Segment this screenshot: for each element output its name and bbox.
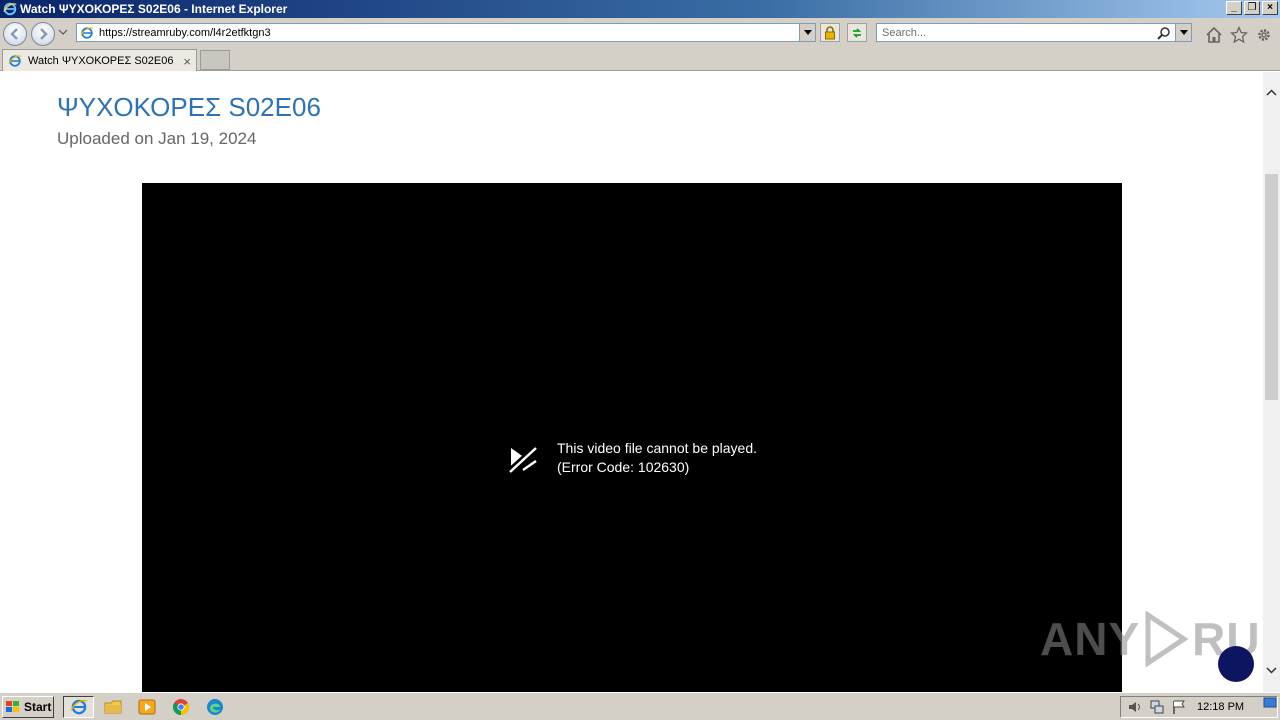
chevron-up-icon — [1266, 89, 1277, 96]
chevron-down-icon — [1266, 667, 1277, 674]
internet-explorer-icon — [3, 2, 17, 16]
url-text[interactable]: https://streamruby.com/l4r2etfktgn3 — [99, 27, 271, 39]
tab-active[interactable]: Watch ΨΥΧΟΚΟΡΕΣ S02E06 × — [2, 49, 197, 71]
magnifier-icon[interactable] — [1157, 26, 1171, 40]
search-input[interactable] — [880, 25, 1150, 40]
address-dropdown-button[interactable] — [799, 24, 815, 41]
video-error-icon — [506, 443, 539, 473]
refresh-button[interactable] — [847, 23, 867, 42]
action-center-flag-icon[interactable] — [1171, 699, 1187, 715]
folder-icon[interactable] — [104, 698, 122, 716]
chrome-icon[interactable] — [172, 698, 190, 716]
windows-flag-icon — [6, 701, 19, 712]
tab-ie-icon — [8, 54, 22, 67]
minimize-button[interactable]: _ — [1226, 1, 1242, 15]
clock[interactable]: 12:18 PM — [1197, 701, 1244, 713]
lock-icon — [825, 25, 835, 39]
scroll-up-button[interactable] — [1263, 84, 1280, 101]
restore-button[interactable]: ❐ — [1244, 1, 1260, 15]
forward-arrow-icon — [40, 28, 48, 40]
start-button[interactable]: Start — [2, 696, 54, 718]
error-line-1: This video file cannot be played. — [557, 440, 758, 456]
web-page: ΨΥΧΟΚΟΡΕΣ S02E06 Uploaded on Jan 19, 202… — [0, 72, 1263, 692]
window-title-bar: Watch ΨΥΧΟΚΟΡΕΣ S02E06 - Internet Explor… — [0, 0, 1280, 18]
chat-help-bubble[interactable] — [1218, 646, 1254, 682]
tab-label: Watch ΨΥΧΟΚΟΡΕΣ S02E06 — [28, 54, 174, 67]
window-controls: _ ❐ × — [1226, 1, 1278, 15]
chevron-down-icon — [1179, 29, 1188, 35]
refresh-icon — [852, 27, 862, 38]
internet-explorer-icon — [70, 699, 87, 715]
taskbar-ie-button[interactable] — [63, 696, 94, 718]
search-box[interactable] — [876, 23, 1192, 42]
navigation-bar: https://streamruby.com/l4r2etfktgn3 — [0, 18, 1280, 48]
back-arrow-icon — [10, 28, 18, 40]
tab-bar: Watch ΨΥΧΟΚΟΡΕΣ S02E06 × — [0, 48, 1280, 71]
gear-icon[interactable] — [1255, 26, 1273, 44]
history-dropdown-icon[interactable] — [58, 28, 68, 36]
edge-icon[interactable] — [206, 698, 224, 716]
chevron-down-icon — [803, 29, 812, 35]
vertical-scrollbar[interactable] — [1263, 72, 1280, 692]
error-line-2: (Error Code: 102630) — [557, 459, 690, 475]
search-dropdown-button[interactable] — [1175, 24, 1191, 41]
star-icon[interactable] — [1230, 26, 1248, 44]
scroll-thumb[interactable] — [1265, 174, 1278, 400]
media-player-icon[interactable] — [138, 698, 156, 716]
network-icon[interactable] — [1149, 699, 1165, 715]
player-error-message: This video file cannot be played. (Error… — [506, 439, 757, 477]
watermark-left: ANY — [1040, 613, 1141, 665]
speaker-icon[interactable] — [1127, 699, 1143, 715]
window-title: Watch ΨΥΧΟΚΟΡΕΣ S02E06 - Internet Explor… — [20, 2, 288, 16]
upload-date: Uploaded on Jan 19, 2024 — [57, 129, 257, 148]
system-tray: 12:18 PM — [1120, 696, 1278, 718]
watermark-play-icon — [1145, 611, 1189, 667]
back-button[interactable] — [3, 22, 27, 46]
video-player[interactable]: This video file cannot be played. (Error… — [142, 183, 1263, 692]
start-label: Start — [24, 700, 52, 714]
address-bar[interactable]: https://streamruby.com/l4r2etfktgn3 — [76, 23, 816, 42]
tab-close-button[interactable]: × — [183, 54, 191, 69]
show-desktop-icon[interactable] — [1263, 696, 1277, 710]
taskbar: Start 12:18 PM — [0, 692, 1280, 720]
home-icon[interactable] — [1205, 26, 1223, 44]
security-lock-button[interactable] — [820, 23, 840, 42]
new-tab-button[interactable] — [200, 50, 230, 70]
scroll-down-button[interactable] — [1263, 662, 1280, 679]
page-ie-icon — [80, 26, 94, 39]
close-window-button[interactable]: × — [1262, 1, 1278, 15]
forward-button[interactable] — [31, 22, 55, 46]
page-title: ΨΥΧΟΚΟΡΕΣ S02E06 — [57, 92, 321, 122]
